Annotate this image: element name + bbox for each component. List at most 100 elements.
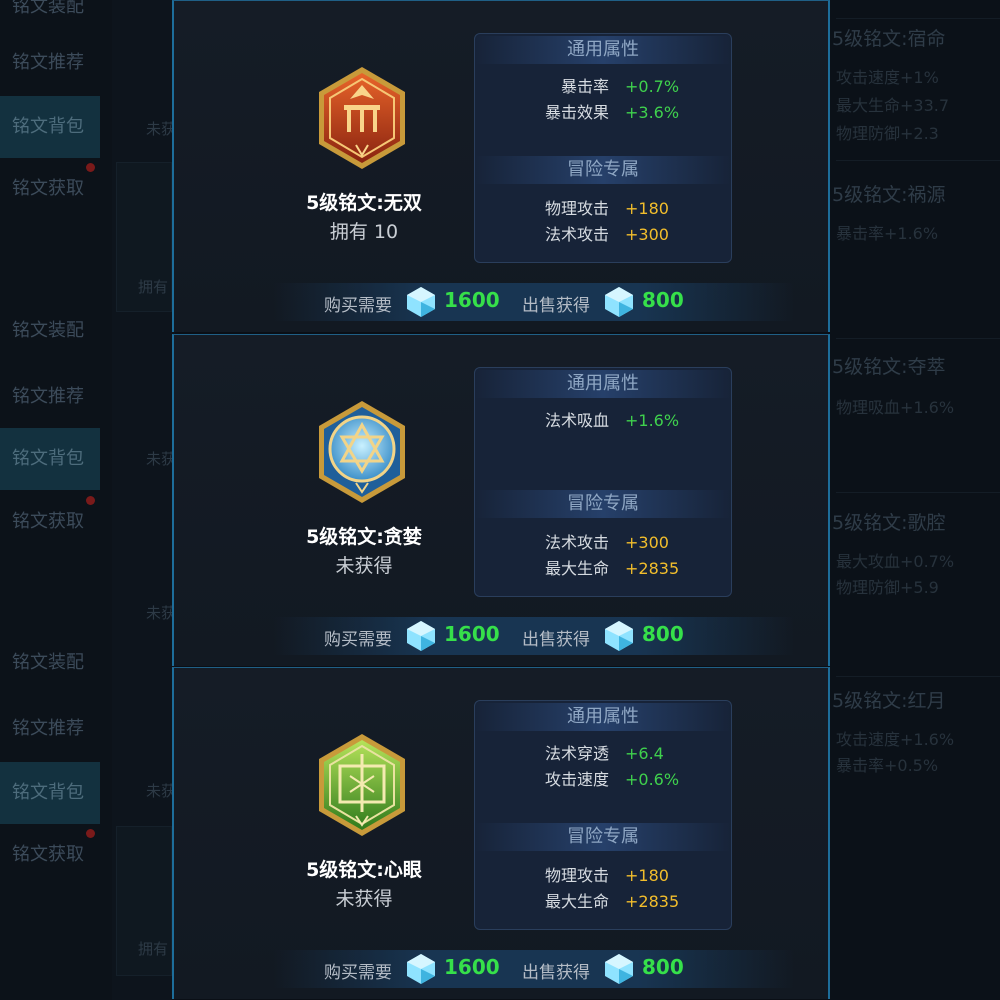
stat-row: 法术攻击 +300 <box>475 222 731 248</box>
stat-label: 最大生命 <box>544 892 609 911</box>
sidebar-item-assemble[interactable]: 铭文装配 <box>0 0 100 30</box>
sell-label: 出售获得 <box>522 963 590 983</box>
diamond-icon <box>602 619 636 653</box>
stat-row: 暴击率 +0.7% <box>475 74 731 100</box>
rune-title: 5级铭文:红月 <box>832 690 946 712</box>
buy-price: 1600 <box>444 955 500 979</box>
rune-stat: 攻击速度+1% <box>836 68 939 87</box>
rune-title: 5级铭文:宿命 <box>832 28 946 50</box>
stat-value: +2835 <box>625 892 680 911</box>
stat-value: +1.6% <box>625 411 680 430</box>
rune-stat: 暴击率+1.6% <box>836 224 939 243</box>
sidebar-item-acquire[interactable]: 铭文获取 <box>0 158 100 220</box>
rune-detail-card: 5级铭文:心眼 未获得 通用属性 法术穿透 +6.4 攻击速度 +0.6% 冒险… <box>172 667 830 999</box>
stat-value: +0.7% <box>625 77 680 96</box>
stat-row: 物理攻击 +180 <box>475 863 731 889</box>
rune-stat: 暴击率+0.5% <box>836 756 939 775</box>
stat-label: 攻击速度 <box>544 770 609 789</box>
list-item[interactable] <box>836 338 1000 339</box>
sell-label: 出售获得 <box>522 296 590 316</box>
sidebar-item-backpack[interactable]: 铭文背包 <box>0 762 100 824</box>
green-rune-icon <box>316 732 408 838</box>
adventure-attrs-heading: 冒险专属 <box>475 823 731 851</box>
rune-stat: 攻击速度+1.6% <box>836 730 955 749</box>
diamond-icon <box>404 619 438 653</box>
rune-title: 5级铭文:歌腔 <box>832 512 946 534</box>
sidebar-item-recommend[interactable]: 铭文推荐 <box>0 366 100 428</box>
rune-stat: 最大生命+33.7 <box>836 96 950 115</box>
stat-row: 法术吸血 +1.6% <box>475 408 731 434</box>
sidebar-item-backpack[interactable]: 铭文背包 <box>0 96 100 158</box>
rune-status: 拥有 10 <box>329 221 399 243</box>
sidebar-item-recommend[interactable]: 铭文推荐 <box>0 32 100 94</box>
sidebar-item-assemble[interactable]: 铭文装配 <box>0 318 100 344</box>
general-attrs-heading: 通用属性 <box>475 703 731 731</box>
sidebar-item-backpack[interactable]: 铭文背包 <box>0 428 100 490</box>
stat-row: 最大生命 +2835 <box>475 556 731 582</box>
sell-label: 出售获得 <box>522 630 590 650</box>
owned-label: 拥有 <box>138 278 169 296</box>
stat-label: 物理攻击 <box>544 866 609 885</box>
list-item[interactable] <box>836 676 1000 677</box>
general-attrs-heading: 通用属性 <box>475 370 731 398</box>
stat-value: +300 <box>625 533 669 552</box>
red-rune-icon <box>316 65 408 171</box>
stat-panel: 通用属性 法术吸血 +1.6% 冒险专属 法术攻击 +300 最大生命 +283… <box>474 367 732 597</box>
stat-value: +0.6% <box>625 770 680 789</box>
stat-row: 攻击速度 +0.6% <box>475 767 731 793</box>
sell-price: 800 <box>642 955 684 979</box>
stat-value: +3.6% <box>625 103 680 122</box>
diamond-icon <box>404 952 438 986</box>
stat-value: +2835 <box>625 559 680 578</box>
rune-detail-card: 5级铭文:贪婪 未获得 通用属性 法术吸血 +1.6% 冒险专属 法术攻击 +3… <box>172 334 830 666</box>
sidebar-item-assemble[interactable]: 铭文装配 <box>0 650 100 676</box>
stat-label: 法术穿透 <box>544 744 609 763</box>
stat-label: 暴击率 <box>560 77 609 96</box>
stat-label: 物理攻击 <box>544 199 609 218</box>
sell-price: 800 <box>642 288 684 312</box>
diamond-icon <box>404 285 438 319</box>
blue-rune-icon <box>316 399 408 505</box>
sidebar-item-acquire[interactable]: 铭文获取 <box>0 824 100 886</box>
stat-label: 法术攻击 <box>544 225 609 244</box>
list-item[interactable] <box>836 18 1000 19</box>
diamond-icon <box>602 952 636 986</box>
stat-value: +300 <box>625 225 669 244</box>
adventure-attrs-heading: 冒险专属 <box>475 490 731 518</box>
sell-price: 800 <box>642 622 684 646</box>
stat-value: +6.4 <box>625 744 664 763</box>
stat-row: 暴击效果 +3.6% <box>475 100 731 126</box>
background-rune-list-right <box>830 0 1000 1000</box>
rune-stat: 最大攻血+0.7% <box>836 552 955 571</box>
rune-name: 5级铭文:贪婪 <box>306 526 422 548</box>
rune-status: 未获得 <box>335 555 393 577</box>
adventure-attrs-heading: 冒险专属 <box>475 156 731 184</box>
rune-name: 5级铭文:无双 <box>306 192 422 214</box>
stat-label: 法术吸血 <box>544 411 609 430</box>
sidebar-item-recommend[interactable]: 铭文推荐 <box>0 698 100 760</box>
buy-price: 1600 <box>444 288 500 312</box>
stat-label: 最大生命 <box>544 559 609 578</box>
stat-label: 法术攻击 <box>544 533 609 552</box>
stat-row: 物理攻击 +180 <box>475 196 731 222</box>
rune-stat: 物理防御+2.3 <box>836 124 939 143</box>
price-bar: 购买需要 1600 出售获得 800 <box>274 283 794 321</box>
stat-panel: 通用属性 暴击率 +0.7% 暴击效果 +3.6% 冒险专属 物理攻击 +180… <box>474 33 732 263</box>
price-bar: 购买需要 1600 出售获得 800 <box>274 617 794 655</box>
buy-price: 1600 <box>444 622 500 646</box>
stat-row: 最大生命 +2835 <box>475 889 731 915</box>
stat-value: +180 <box>625 199 669 218</box>
rune-title: 5级铭文:祸源 <box>832 184 946 206</box>
list-item[interactable] <box>836 492 1000 493</box>
sidebar-item-acquire[interactable]: 铭文获取 <box>0 491 100 553</box>
general-attrs-heading: 通用属性 <box>475 36 731 64</box>
stat-value: +180 <box>625 866 669 885</box>
rune-status: 未获得 <box>335 888 393 910</box>
list-item[interactable] <box>836 160 1000 161</box>
rune-name: 5级铭文:心眼 <box>306 859 422 881</box>
owned-label: 拥有 <box>138 940 169 958</box>
diamond-icon <box>602 285 636 319</box>
rune-detail-card: 5级铭文:无双 拥有 10 通用属性 暴击率 +0.7% 暴击效果 +3.6% … <box>172 0 830 332</box>
buy-label: 购买需要 <box>324 630 392 650</box>
price-bar: 购买需要 1600 出售获得 800 <box>274 950 794 988</box>
